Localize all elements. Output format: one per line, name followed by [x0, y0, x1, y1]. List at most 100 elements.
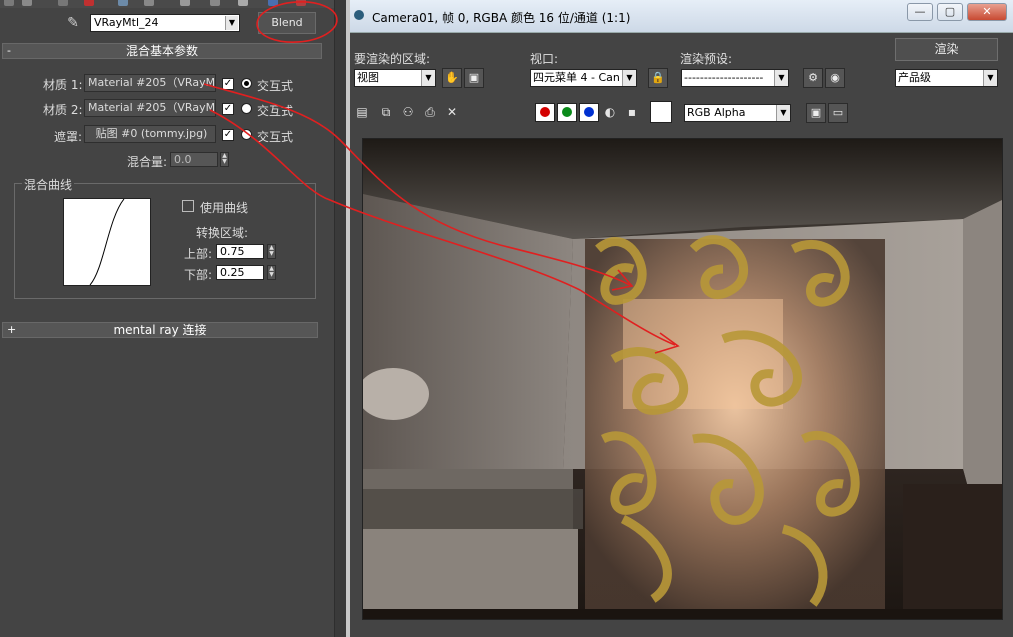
chevron-down-icon: ▼: [776, 105, 790, 121]
save-image-icon[interactable]: ▤: [354, 104, 370, 120]
material2-label: 材质 2:: [43, 103, 83, 117]
green-channel-button[interactable]: [557, 103, 577, 122]
maximize-button[interactable]: ▢: [937, 3, 963, 21]
upper-field[interactable]: 0.75: [216, 244, 264, 259]
mix-amount-spinner[interactable]: ▲ ▼: [220, 152, 229, 167]
mask-interactive-label: 交互式: [257, 130, 294, 144]
toolbar-icon[interactable]: [180, 0, 190, 6]
material2-button[interactable]: Material #205（VRayMtl）: [84, 99, 216, 117]
rollout-title: mental ray 连接: [113, 323, 207, 337]
minimize-button[interactable]: —: [907, 3, 933, 21]
rollout-title: 混合基本参数: [125, 44, 198, 58]
material1-interactive-radio[interactable]: [241, 78, 252, 89]
viewport-select[interactable]: 四元菜单 4 - Can ▼: [530, 69, 637, 87]
toolbar-icon[interactable]: [296, 0, 306, 6]
material1-interactive-label: 交互式: [257, 79, 294, 93]
toggle-ui-overlay-icon[interactable]: ▣: [806, 103, 826, 123]
toolbar-icon[interactable]: [22, 0, 32, 6]
delete-icon[interactable]: [84, 0, 94, 6]
material1-label: 材质 1:: [43, 78, 83, 92]
mask-enable-checkbox[interactable]: ✓: [222, 129, 234, 141]
alpha-channel-icon[interactable]: ◐: [602, 104, 618, 120]
expand-icon: +: [7, 323, 17, 336]
editor-toolbar-strip: [0, 0, 334, 8]
rollout-mental-ray[interactable]: + mental ray 连接: [2, 322, 318, 338]
lower-spinner[interactable]: ▲ ▼: [267, 265, 276, 280]
toolbar-icon[interactable]: [268, 0, 278, 6]
rollout-blend-basic-params[interactable]: - 混合基本参数: [2, 43, 322, 59]
material-name-field[interactable]: VRayMtl_24 ▼: [90, 14, 240, 32]
material1-enable-checkbox[interactable]: ✓: [222, 78, 234, 90]
transition-zone-label: 转换区域:: [196, 226, 249, 240]
green-channel-icon: [562, 107, 572, 117]
clone-window-icon[interactable]: ⚇: [400, 104, 416, 120]
editor-scrollbar[interactable]: [334, 0, 346, 637]
material1-button[interactable]: Material #205（VRayMtl）: [84, 74, 216, 92]
toolbar-icon[interactable]: [4, 0, 14, 6]
material2-interactive-radio[interactable]: [241, 103, 252, 114]
close-button[interactable]: ✕: [967, 3, 1007, 21]
toolbar-icon[interactable]: [118, 0, 128, 6]
upper-label: 上部:: [184, 247, 213, 261]
viewport-value: 四元菜单 4 - Can: [533, 71, 620, 84]
chevron-down-icon: ▼: [622, 70, 636, 86]
clear-image-icon[interactable]: ✕: [444, 104, 460, 120]
toolbar-icon[interactable]: [210, 0, 220, 6]
toolbar-icon[interactable]: [238, 0, 248, 6]
upper-spinner[interactable]: ▲ ▼: [267, 244, 276, 259]
toggle-ui-icon[interactable]: ▭: [828, 103, 848, 123]
material2-interactive-label: 交互式: [257, 104, 294, 118]
window-titlebar[interactable]: Camera01, 帧 0, RGBA 颜色 16 位/通道 (1:1) — ▢…: [350, 0, 1013, 33]
chevron-down-icon[interactable]: ▼: [225, 16, 238, 30]
mix-curve-graph: [63, 198, 151, 286]
rendered-bedroom-scene: [363, 139, 1002, 619]
toolbar-icon[interactable]: [144, 0, 154, 6]
eyedropper-icon[interactable]: ✎: [64, 14, 82, 32]
render-area-label: 要渲染的区域:: [354, 52, 431, 66]
lower-field[interactable]: 0.25: [216, 265, 264, 280]
red-channel-button[interactable]: [535, 103, 555, 122]
mix-curve-line: [89, 198, 125, 286]
mask-map-button[interactable]: 贴图 #0 (tommy.jpg): [84, 125, 216, 143]
mask-interactive-radio[interactable]: [241, 129, 252, 140]
chevron-down-icon: ▼: [774, 70, 788, 86]
swatch-button[interactable]: [650, 101, 672, 123]
render-image[interactable]: [362, 138, 1003, 620]
render-quality-value: 产品级: [898, 71, 931, 84]
collapse-icon: -: [7, 44, 11, 57]
render-preset-label: 渲染预设:: [680, 52, 733, 66]
material-type-button[interactable]: Blend: [258, 12, 316, 34]
mix-amount-field[interactable]: 0.0: [170, 152, 218, 167]
copy-image-icon[interactable]: ⧉: [378, 104, 394, 120]
toolbar-icon[interactable]: [58, 0, 68, 6]
chevron-down-icon: ▼: [421, 70, 435, 86]
chevron-down-icon: ▼: [983, 70, 997, 86]
render-frame-window: Camera01, 帧 0, RGBA 颜色 16 位/通道 (1:1) — ▢…: [346, 0, 1013, 637]
mix-amount-label: 混合量:: [127, 155, 168, 169]
lower-label: 下部:: [184, 268, 213, 282]
auto-region-icon[interactable]: ▣: [464, 68, 484, 88]
render-setup-icon[interactable]: ⚙: [803, 68, 823, 88]
window-title: Camera01, 帧 0, RGBA 颜色 16 位/通道 (1:1): [372, 11, 631, 25]
blue-channel-button[interactable]: [579, 103, 599, 122]
print-image-icon[interactable]: ⎙: [422, 104, 438, 120]
render-preset-value: --------------------: [684, 71, 764, 84]
viewport-label: 视口:: [530, 52, 559, 66]
render-area-select[interactable]: 视图 ▼: [354, 69, 436, 87]
render-preset-select[interactable]: -------------------- ▼: [681, 69, 789, 87]
use-curve-label: 使用曲线: [200, 201, 249, 215]
edit-region-icon[interactable]: ✋: [442, 68, 462, 88]
channel-display-select[interactable]: RGB Alpha ▼: [684, 104, 791, 122]
environment-icon[interactable]: ◉: [825, 68, 845, 88]
render-quality-select[interactable]: 产品级 ▼: [895, 69, 998, 87]
lock-icon[interactable]: 🔒: [648, 68, 668, 88]
mask-label: 遮罩:: [54, 130, 83, 144]
material-editor-panel: ✎ VRayMtl_24 ▼ Blend - 混合基本参数 材质 1: Mate…: [0, 0, 346, 637]
use-curve-checkbox[interactable]: [182, 200, 194, 212]
material-name-text: VRayMtl_24: [94, 16, 159, 29]
mix-curve-title: 混合曲线: [22, 176, 75, 193]
material2-enable-checkbox[interactable]: ✓: [222, 103, 234, 115]
render-area-value: 视图: [357, 71, 379, 84]
monochrome-icon[interactable]: ▪: [624, 104, 640, 120]
render-button[interactable]: 渲染: [895, 38, 998, 61]
